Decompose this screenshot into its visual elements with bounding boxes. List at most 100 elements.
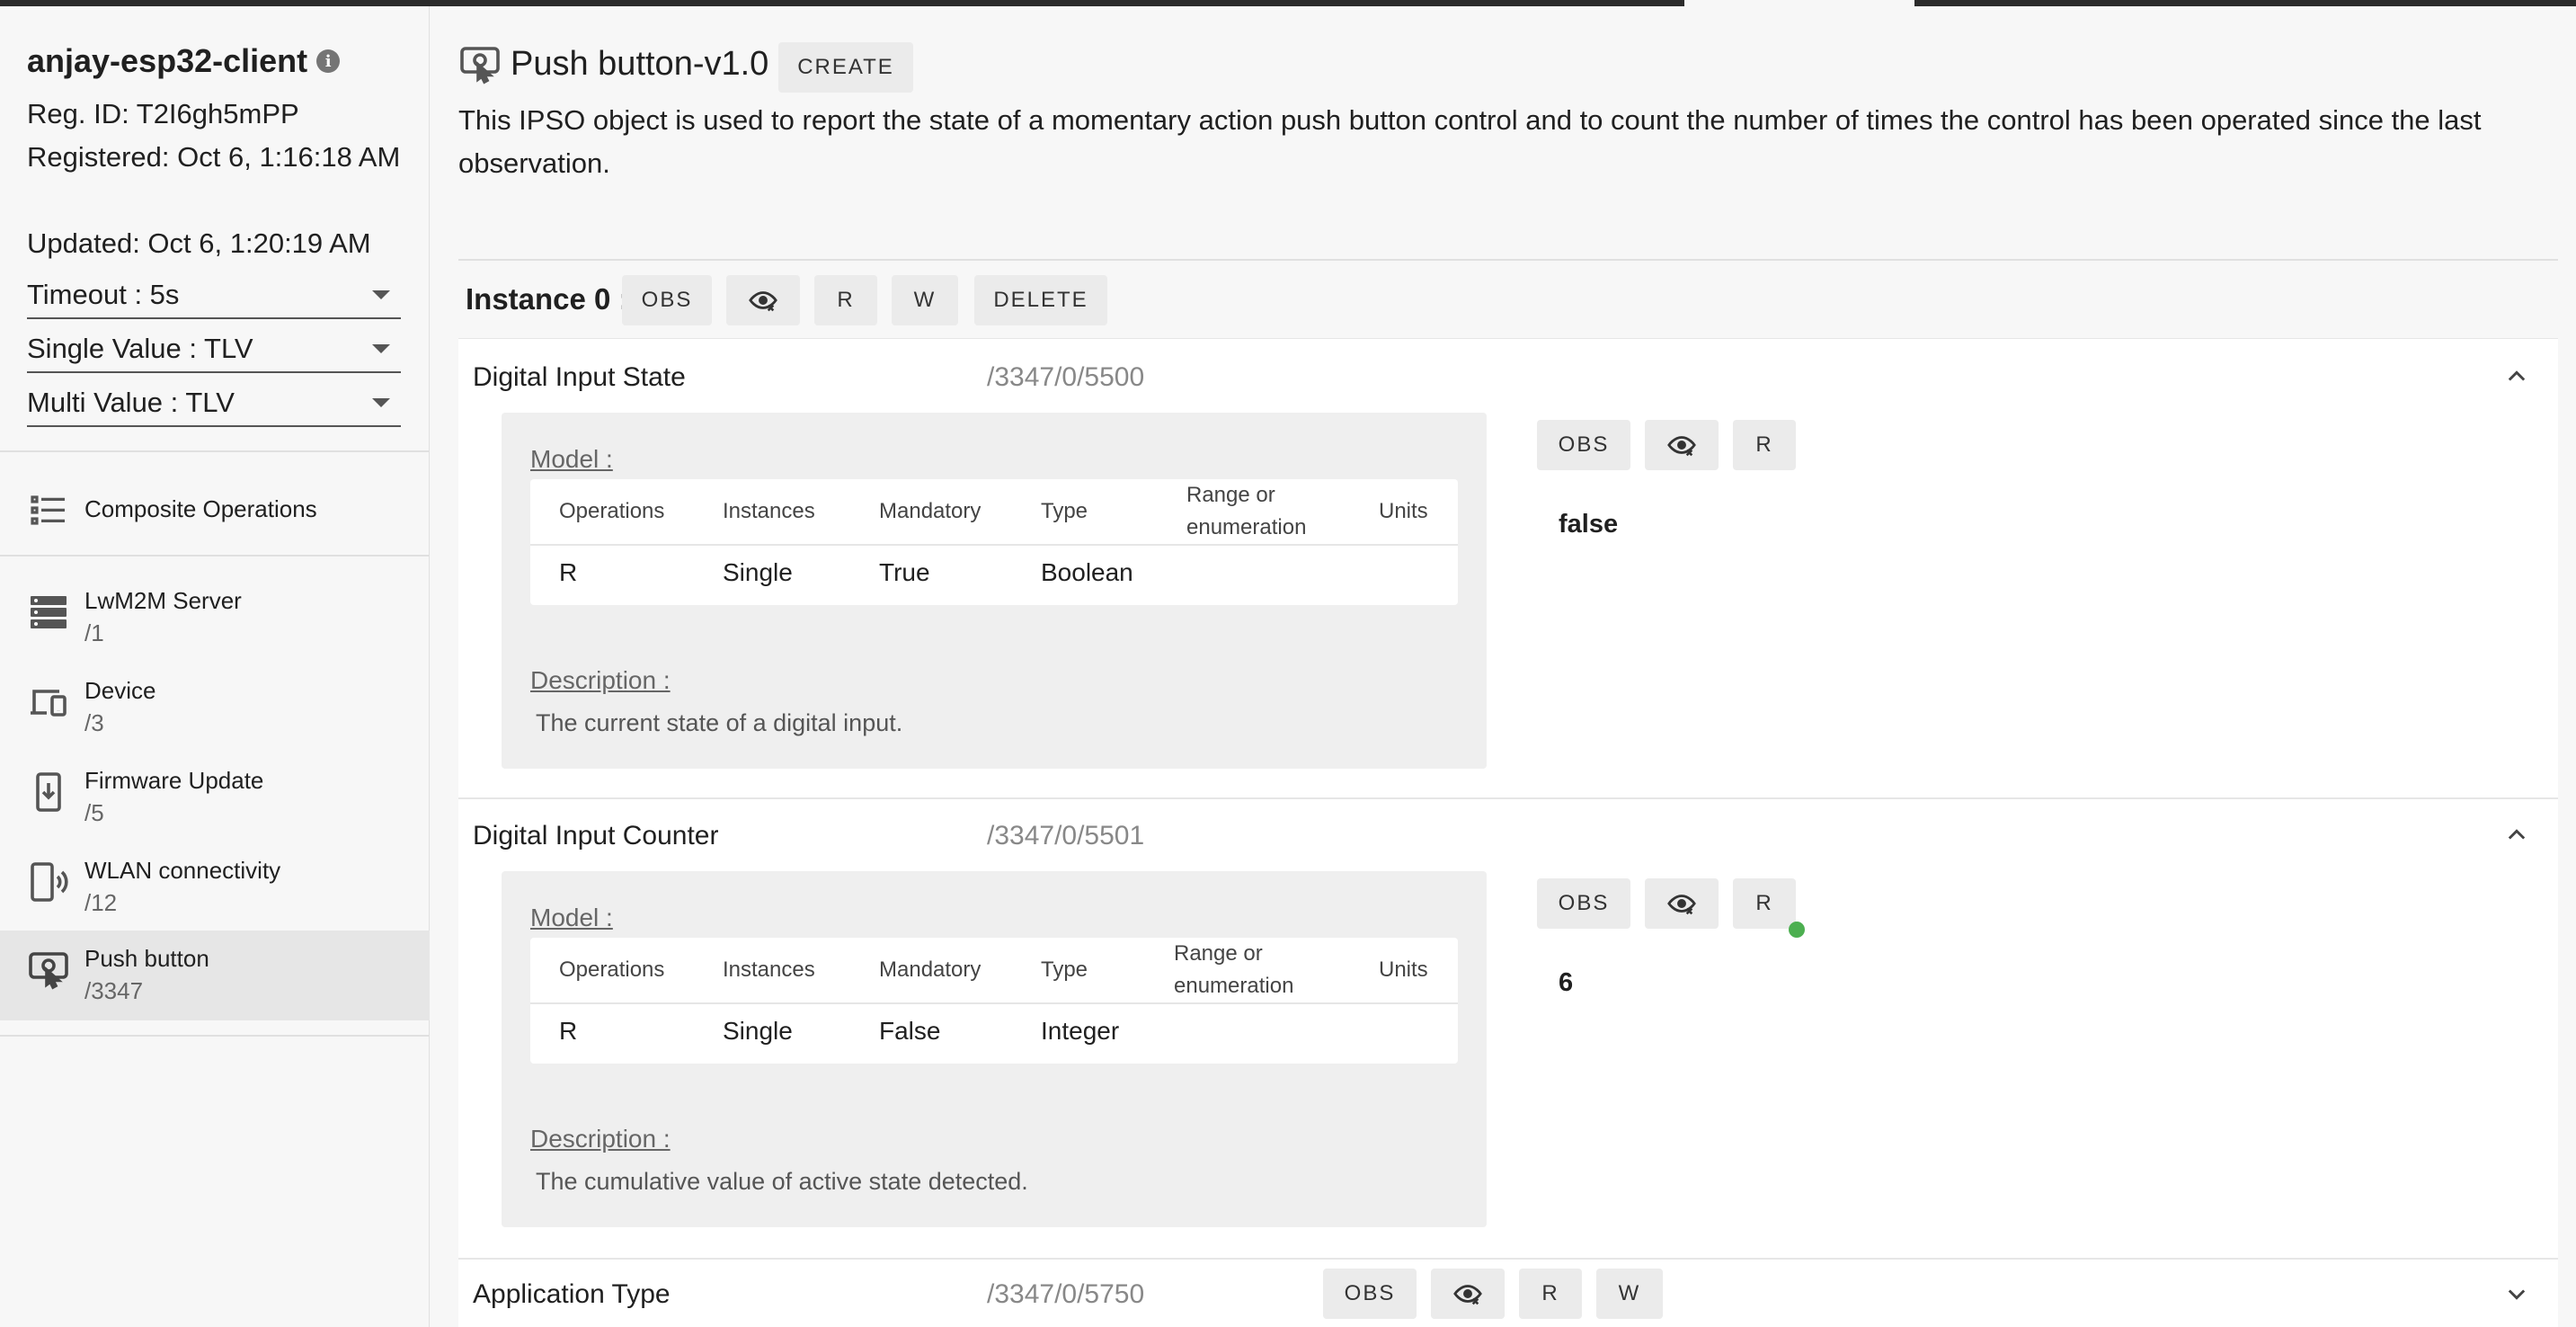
instance-write-button[interactable]: W	[892, 275, 958, 325]
eye-cancel-icon	[1667, 436, 1696, 457]
chevron-up-icon[interactable]	[2504, 823, 2526, 842]
table-divider	[530, 544, 1458, 546]
observing-indicator	[1789, 922, 1805, 938]
resource-value: false	[1559, 510, 1619, 539]
top-progress-segment	[1684, 0, 1914, 6]
chevron-down-icon[interactable]	[2504, 1281, 2526, 1301]
cancel-observe-button[interactable]	[1431, 1269, 1505, 1319]
column-header: Mandatory	[879, 957, 982, 982]
table-cell: Single	[723, 1017, 793, 1045]
eye-cancel-icon	[749, 291, 777, 312]
updated-time: Updated: Oct 6, 1:20:19 AM	[27, 227, 371, 259]
observe-button[interactable]: OBS	[1537, 420, 1630, 470]
create-button[interactable]: CREATE	[778, 42, 913, 93]
chevron-up-icon[interactable]	[2504, 364, 2526, 384]
timeout-value: Timeout : 5s	[27, 279, 180, 310]
instance-cancel-observe-button[interactable]	[726, 275, 800, 325]
touch-app-icon	[27, 948, 70, 992]
column-header: Type	[1041, 499, 1088, 523]
table-cell: Single	[723, 558, 793, 586]
description-label: Description :	[530, 666, 671, 694]
phone-wifi-icon	[27, 860, 70, 904]
resource-name: Digital Input Counter	[473, 821, 719, 851]
cancel-observe-button[interactable]	[1645, 420, 1719, 470]
devices-icon	[27, 681, 70, 724]
registered-time: Registered: Oct 6, 1:16:18 AM	[27, 141, 401, 173]
sidebar-divider	[0, 1035, 430, 1037]
column-header: Instances	[723, 957, 815, 982]
column-header: Type	[1041, 957, 1088, 982]
eye-cancel-icon	[1453, 1285, 1482, 1305]
timeout-select[interactable]: Timeout : 5s	[27, 272, 401, 319]
sidebar-item-path: /1	[84, 619, 104, 646]
model-table: Operations Instances Mandatory Type Rang…	[530, 479, 1458, 605]
observe-button[interactable]: OBS	[1537, 878, 1630, 929]
column-header: Operations	[559, 499, 665, 523]
sidebar-item-path: /3347	[84, 977, 144, 1004]
info-icon[interactable]: i	[316, 49, 341, 73]
column-header: Units	[1379, 957, 1428, 982]
read-button[interactable]: R	[1733, 878, 1796, 929]
resource-path: /3347/0/5500	[987, 362, 1145, 392]
sidebar-item-label: Composite Operations	[84, 495, 317, 522]
sidebar-item-label: Push button	[84, 945, 209, 972]
model-label: Model :	[530, 445, 613, 473]
client-name-heading: anjay-esp32-client i	[27, 42, 341, 80]
observe-button[interactable]: OBS	[1323, 1269, 1417, 1319]
resource-path: /3347/0/5750	[987, 1279, 1145, 1309]
sidebar-item-composite-operations[interactable]: Composite Operations	[0, 465, 430, 555]
single-value-value: Single Value : TLV	[27, 333, 253, 364]
model-label: Model :	[530, 904, 613, 931]
object-title: Push button-v1.0	[511, 45, 769, 83]
table-cell: R	[559, 1017, 578, 1045]
resource-description: The cumulative value of active state det…	[536, 1168, 1028, 1195]
sidebar-item-label: Firmware Update	[84, 767, 264, 794]
client-name: anjay-esp32-client	[27, 42, 308, 79]
single-value-select[interactable]: Single Value : TLV	[27, 326, 401, 373]
sidebar-item-firmware-update[interactable]: Firmware Update /5	[0, 753, 430, 842]
read-button[interactable]: R	[1519, 1269, 1582, 1319]
column-header: Units	[1379, 499, 1428, 523]
resource-panel-application-type[interactable]: Application Type /3347/0/5750 OBS R W	[458, 1259, 2558, 1327]
cancel-observe-button[interactable]	[1645, 878, 1719, 929]
sidebar-item-wlan-connectivity[interactable]: WLAN connectivity /12	[0, 842, 430, 932]
column-header: Operations	[559, 957, 665, 982]
main-divider	[458, 259, 2558, 261]
resource-value: 6	[1559, 968, 1574, 997]
table-cell: False	[879, 1017, 941, 1045]
read-button[interactable]: R	[1733, 420, 1796, 470]
write-button[interactable]: W	[1596, 1269, 1663, 1319]
instance-label: Instance 0 :	[466, 282, 629, 316]
instance-read-button[interactable]: R	[814, 275, 877, 325]
table-cell: True	[879, 558, 930, 586]
sidebar-item-label: LwM2M Server	[84, 587, 242, 614]
sidebar-item-path: /3	[84, 709, 104, 736]
sidebar-item-push-button[interactable]: Push button /3347	[0, 931, 430, 1020]
table-cell: Boolean	[1041, 558, 1133, 586]
instance-delete-button[interactable]: DELETE	[974, 275, 1107, 325]
sidebar: anjay-esp32-client i Reg. ID: T2I6gh5mPP…	[0, 6, 430, 1327]
instance-observe-button[interactable]: OBS	[622, 275, 712, 325]
multi-value-select[interactable]: Multi Value : TLV	[27, 380, 401, 427]
sidebar-item-device[interactable]: Device /3	[0, 663, 430, 753]
resource-description: The current state of a digital input.	[536, 709, 903, 736]
eye-cancel-icon	[1667, 895, 1696, 915]
table-cell: R	[559, 558, 578, 586]
description-label: Description :	[530, 1125, 671, 1153]
caret-down-icon	[372, 290, 390, 299]
phone-download-icon	[27, 770, 70, 814]
sidebar-item-path: /12	[84, 889, 118, 916]
caret-down-icon	[372, 344, 390, 353]
resource-model-card: Model : Operations Instances Mandatory T…	[502, 413, 1487, 769]
resource-name: Application Type	[473, 1279, 671, 1309]
caret-down-icon	[372, 398, 390, 407]
top-progress-bar	[0, 0, 2576, 6]
reg-id: Reg. ID: T2I6gh5mPP	[27, 98, 299, 129]
sidebar-item-label: Device	[84, 677, 156, 704]
object-description: This IPSO object is used to report the s…	[458, 104, 2482, 179]
sidebar-item-lwm2m-server[interactable]: LwM2M Server /1	[0, 573, 430, 663]
sidebar-item-label: WLAN connectivity	[84, 857, 281, 884]
touch-app-icon	[458, 43, 502, 86]
multi-value-value: Multi Value : TLV	[27, 387, 235, 418]
resource-panel-digital-input-state: Digital Input State /3347/0/5500 Model :…	[458, 338, 2558, 798]
